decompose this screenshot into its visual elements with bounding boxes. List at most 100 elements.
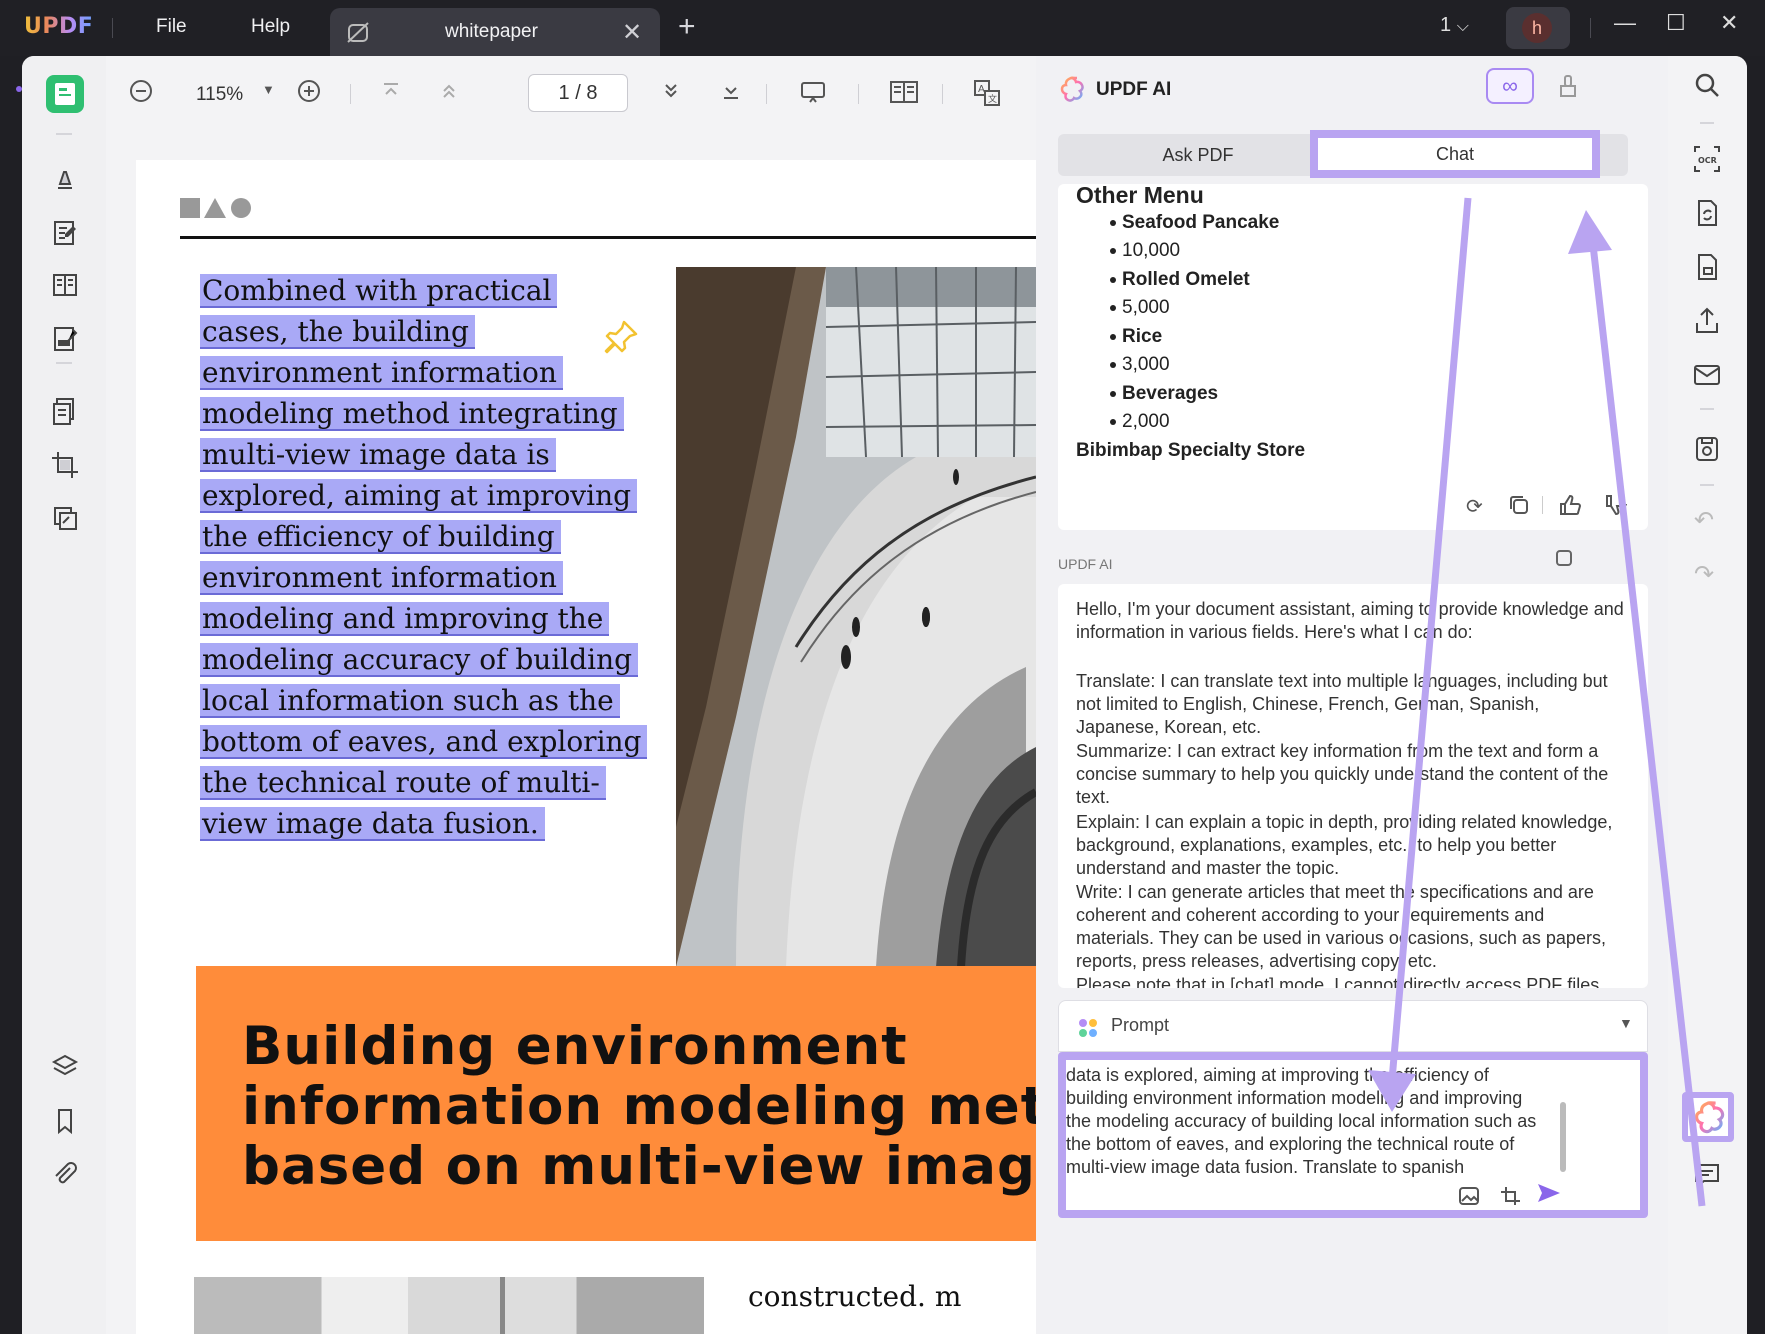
thumbs-up-icon[interactable] — [1558, 494, 1582, 516]
svg-text:文: 文 — [988, 93, 997, 105]
pdf-page: Combined with practical cases, the build… — [136, 160, 1036, 1334]
highlighted-text-line[interactable]: cases, the building — [200, 315, 475, 349]
input-scrollbar[interactable] — [1560, 1102, 1566, 1172]
updf-ai-button[interactable] — [1682, 1092, 1734, 1142]
tab-chat[interactable]: Chat — [1310, 130, 1600, 178]
compare-icon[interactable] — [46, 500, 84, 538]
highlighted-text-line[interactable]: modeling accuracy of building — [200, 643, 639, 677]
clear-chat-icon[interactable] — [1556, 74, 1580, 100]
window-count-dropdown[interactable]: 1 ⌵ — [1440, 14, 1469, 37]
crop-icon[interactable] — [46, 446, 84, 484]
save-icon[interactable] — [1692, 434, 1722, 464]
zoom-out-icon[interactable] — [128, 78, 154, 104]
divider — [1700, 484, 1714, 486]
highlighted-text-line[interactable]: bottom of eaves, and exploring — [200, 725, 648, 759]
updf-ai-logo-icon — [1060, 76, 1084, 102]
response-heading: Other Menu — [1076, 182, 1204, 208]
chat-input[interactable]: data is explored, aiming at improving th… — [1058, 1052, 1648, 1218]
layers-icon[interactable] — [46, 1048, 84, 1086]
form-icon[interactable] — [46, 266, 84, 304]
prompt-selector[interactable]: Prompt ▼ — [1058, 1000, 1648, 1052]
highlighted-text-line[interactable]: environment information — [200, 561, 563, 595]
highlighted-text-line[interactable]: view image data fusion. — [200, 807, 545, 841]
chat-input-text[interactable]: data is explored, aiming at improving th… — [1066, 1064, 1586, 1179]
banner-heading-line: information modeling metho — [242, 1076, 1036, 1137]
maximize-icon[interactable]: ☐ — [1666, 10, 1686, 36]
list-item: Beverages — [1109, 383, 1219, 404]
screenshot-icon[interactable] — [1500, 1186, 1522, 1206]
highlighted-text-line[interactable]: multi-view image data is — [200, 438, 556, 472]
presentation-icon[interactable] — [798, 78, 828, 106]
organize-pages-icon[interactable] — [46, 392, 84, 430]
app-window: 115% ▼ 1 / 8 A文 Combined with practical … — [22, 56, 1747, 1334]
ai-panel-title: UPDF AI — [1096, 79, 1172, 100]
send-icon[interactable] — [1536, 1182, 1562, 1204]
sign-icon[interactable] — [46, 320, 84, 358]
convert-icon[interactable] — [1692, 198, 1722, 228]
copy-icon[interactable] — [1554, 548, 1574, 568]
list-item: Rolled Omelet — [1110, 269, 1250, 290]
bookmark-icon[interactable] — [46, 1102, 84, 1140]
page-number-input[interactable]: 1 / 8 — [528, 74, 628, 112]
menu-help[interactable]: Help — [251, 16, 290, 38]
previous-page-icon[interactable] — [436, 78, 462, 104]
redo-icon[interactable]: ↷ — [1694, 560, 1714, 589]
first-page-icon[interactable] — [378, 78, 404, 104]
edit-off-icon — [347, 22, 369, 43]
email-icon[interactable] — [1692, 360, 1722, 390]
highlighted-text-line[interactable]: the technical route of multi- — [200, 766, 606, 800]
ai-assistant-panel: UPDF AI ∞ Ask PDF Chat Other Menu Seafoo… — [1036, 56, 1668, 1334]
close-window-icon[interactable]: ✕ — [1720, 10, 1738, 36]
chevron-down-icon[interactable]: ▼ — [1619, 1015, 1633, 1031]
regenerate-icon[interactable]: ⟳ — [1466, 494, 1483, 519]
highlighted-text-line[interactable]: modeling and improving the — [200, 602, 610, 636]
zoom-dropdown-icon[interactable]: ▼ — [262, 82, 275, 97]
right-toolbar: OCR ↶ ↷ — [1668, 56, 1747, 1334]
pin-annotation-icon[interactable] — [602, 316, 642, 356]
infinity-icon[interactable]: ∞ — [1486, 68, 1534, 104]
ai-section-label: UPDF AI — [1058, 556, 1113, 572]
highlighted-text-line[interactable]: explored, aiming at improving — [200, 479, 638, 513]
comment-icon[interactable] — [1692, 1160, 1722, 1190]
bottom-image-strip — [194, 1277, 704, 1334]
mode-tabs: Ask PDF Chat — [1058, 130, 1628, 178]
divider — [112, 18, 113, 38]
ocr-icon[interactable]: OCR — [1692, 144, 1722, 174]
undo-icon[interactable]: ↶ — [1694, 506, 1714, 535]
page-layout-icon[interactable] — [888, 78, 920, 106]
share-icon[interactable] — [1692, 306, 1722, 336]
reader-icon — [55, 83, 75, 105]
menu-file[interactable]: File — [156, 16, 187, 38]
highlighted-text-line[interactable]: Combined with practical — [200, 274, 558, 308]
highlighted-text-line[interactable]: environment information — [200, 356, 563, 390]
image-upload-icon[interactable] — [1458, 1186, 1480, 1206]
zoom-in-icon[interactable] — [296, 78, 322, 104]
highlighter-icon[interactable] — [46, 160, 84, 198]
tab-ask-pdf[interactable]: Ask PDF — [1058, 134, 1338, 176]
document-tab[interactable]: whitepaper ✕ — [330, 8, 660, 56]
reader-tool-button[interactable] — [46, 75, 84, 113]
last-page-icon[interactable] — [718, 78, 744, 104]
updf-ai-icon — [1695, 1101, 1725, 1134]
search-icon[interactable] — [1692, 70, 1722, 100]
minimize-icon[interactable]: — — [1614, 10, 1636, 36]
previous-response-card: Other Menu Seafood Pancake 10,000 Rolled… — [1058, 182, 1648, 530]
highlighted-text-line[interactable]: local information such as the — [200, 684, 620, 718]
architecture-photo — [676, 267, 1036, 967]
translate-icon[interactable]: A文 — [972, 78, 1002, 108]
edit-text-icon[interactable] — [46, 214, 84, 252]
thumbs-down-icon[interactable] — [1604, 494, 1628, 516]
next-page-icon[interactable] — [658, 78, 684, 104]
banner-heading-line: Building environment — [242, 1016, 908, 1077]
highlighted-text-line[interactable]: the efficiency of building — [200, 520, 561, 554]
updf-logo: UPDF — [24, 14, 94, 39]
copy-icon[interactable] — [1508, 494, 1530, 516]
new-tab-button[interactable]: + — [678, 10, 696, 44]
protect-icon[interactable] — [1692, 252, 1722, 282]
highlighted-text-line[interactable]: modeling method integrating — [200, 397, 624, 431]
close-tab-icon[interactable]: ✕ — [622, 18, 642, 47]
prompt-icon — [1079, 1019, 1097, 1037]
attachment-icon[interactable] — [46, 1156, 84, 1194]
user-avatar-button[interactable]: h — [1506, 7, 1570, 49]
zoom-level[interactable]: 115% — [196, 84, 243, 106]
